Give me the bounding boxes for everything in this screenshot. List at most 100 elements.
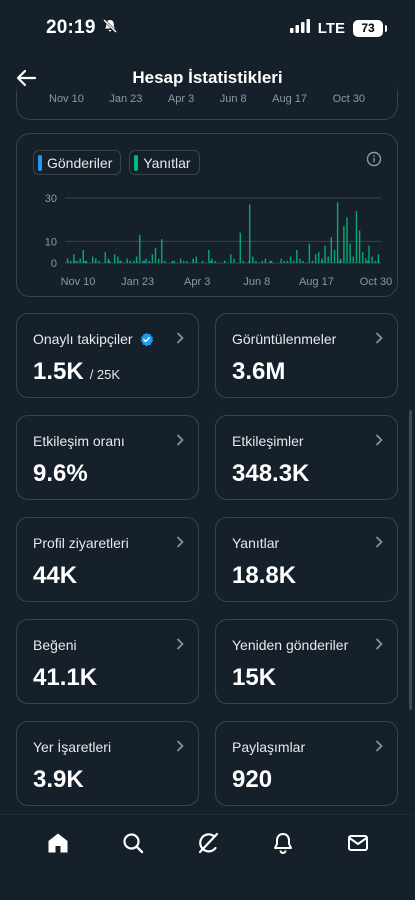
bar-replies <box>330 237 333 263</box>
bar-replies <box>327 256 329 263</box>
stat-value: 348.3K <box>232 460 310 487</box>
bar-replies <box>230 254 232 263</box>
bar-replies <box>289 256 292 263</box>
bar-replies <box>223 260 226 263</box>
bar-replies <box>82 250 84 263</box>
activity-chart-card: 0 10 30 Nov 10 Jan 23 Apr 3 Jun 8 Aug 17 Oct 30 … <box>16 133 398 297</box>
network-type: LTE <box>317 19 345 37</box>
bar-replies <box>292 260 295 263</box>
stat-label: Beğeni <box>33 637 77 653</box>
bar-replies <box>252 256 254 263</box>
bar-replies <box>179 258 182 263</box>
messages-envelope-icon <box>347 835 368 851</box>
stat-card-reposts[interactable]: Yeniden gönderiler 15K <box>215 619 398 704</box>
status-bar: 20:19 LTE 73 <box>0 0 415 56</box>
bar-replies <box>239 232 241 263</box>
stat-value: 3.6M <box>232 358 286 385</box>
nav-messages[interactable] <box>343 831 373 861</box>
bar-replies <box>164 260 166 263</box>
stat-value: 15K <box>232 664 277 691</box>
bar-replies <box>264 258 267 263</box>
stat-card-likes[interactable]: Beğeni 41.1K <box>16 619 199 704</box>
stat-value: 18.8K <box>232 562 297 589</box>
stat-value: 44K <box>33 562 78 589</box>
stat-value: 9.6% <box>33 460 88 487</box>
x-tick-label: Apr 3 <box>184 276 210 288</box>
bar-replies <box>340 258 342 263</box>
bar-replies <box>192 258 194 263</box>
stat-card-impressions[interactable]: Görüntülenmeler 3.6M <box>215 313 398 398</box>
bar-replies <box>242 260 245 263</box>
chart-legend: Gönderiler Yanıtlar <box>33 150 200 175</box>
battery-icon: 73 <box>353 19 387 37</box>
bar-posts <box>84 260 86 263</box>
stat-card-shares[interactable]: Paylaşımlar 920 <box>215 721 398 806</box>
nav-notifications[interactable] <box>268 831 298 861</box>
back-button[interactable] <box>12 64 40 92</box>
signal-icon <box>289 18 310 38</box>
header: Hesap İstatistikleri <box>0 56 415 100</box>
bar-replies <box>270 260 273 263</box>
stat-label: Etkileşim oranı <box>33 433 125 449</box>
bell-slash-icon <box>102 18 118 39</box>
chevron-right-icon <box>176 536 184 548</box>
bar-replies <box>129 260 132 263</box>
stat-label: Onaylı takipçiler <box>33 331 154 347</box>
status-time: 20:19 <box>46 17 96 38</box>
x-tick-label: Oct 30 <box>360 276 392 288</box>
bar-replies <box>148 260 150 263</box>
bar-replies <box>139 234 141 263</box>
bar-replies <box>201 260 204 263</box>
stat-card-replies[interactable]: Yanıtlar 18.8K <box>215 517 398 602</box>
scrollbar[interactable] <box>409 410 412 710</box>
stat-sub-value: / 25K <box>89 367 121 382</box>
bar-replies <box>161 239 163 263</box>
stat-value: 41.1K <box>33 664 98 691</box>
bar-replies <box>208 250 210 263</box>
nav-search[interactable] <box>118 831 148 861</box>
bar-replies <box>233 258 235 263</box>
bar-replies <box>113 254 116 263</box>
legend-item-replies[interactable]: Yanıtlar <box>129 150 200 175</box>
stat-card-engagement-rate[interactable]: Etkileşim oranı 9.6% <box>16 415 199 500</box>
bar-replies <box>154 247 157 263</box>
y-tick-label: 30 <box>45 193 57 205</box>
stat-card-bookmarks[interactable]: Yer İşaretleri 3.9K <box>16 721 199 806</box>
bar-replies <box>355 211 358 263</box>
bar-replies <box>79 258 81 263</box>
stat-card-engagements[interactable]: Etkileşimler 348.3K <box>215 415 398 500</box>
info-icon[interactable] <box>365 150 383 168</box>
bar-replies <box>368 245 370 263</box>
bar-replies <box>98 260 100 263</box>
bar-replies <box>358 230 361 263</box>
bar-replies <box>91 256 94 263</box>
bar-replies <box>142 260 144 263</box>
stat-value: 920 <box>232 766 273 793</box>
stat-label-text: Onaylı takipçiler <box>33 331 133 347</box>
stat-value-text: 1.5K <box>33 358 84 385</box>
stat-label: Yanıtlar <box>232 535 280 551</box>
chevron-right-icon <box>176 740 184 752</box>
nav-home[interactable] <box>43 831 73 861</box>
bar-replies <box>157 258 160 263</box>
stat-card-verified-followers[interactable]: Onaylı takipçiler 1.5K / 25K <box>16 313 199 398</box>
nav-grok[interactable] <box>193 831 223 861</box>
chevron-right-icon <box>375 638 383 650</box>
bar-replies <box>117 256 119 263</box>
bar-replies <box>66 258 69 263</box>
stat-card-profile-visits[interactable]: Profil ziyaretleri 44K <box>16 517 199 602</box>
notifications-bell-icon <box>273 833 292 854</box>
bar-replies <box>76 260 78 263</box>
bar-replies <box>145 258 147 263</box>
bar-replies <box>311 260 314 263</box>
legend-item-posts[interactable]: Gönderiler <box>33 150 122 175</box>
bar-replies <box>333 250 336 263</box>
legend-swatch-posts <box>38 154 42 171</box>
bar-replies <box>173 260 176 263</box>
bar-posts <box>143 260 146 263</box>
bar-replies <box>302 260 304 263</box>
bar-replies <box>186 260 188 263</box>
x-tick-label: Jan 23 <box>121 276 154 288</box>
legend-swatch-replies <box>134 154 139 171</box>
bar-replies <box>299 258 301 263</box>
